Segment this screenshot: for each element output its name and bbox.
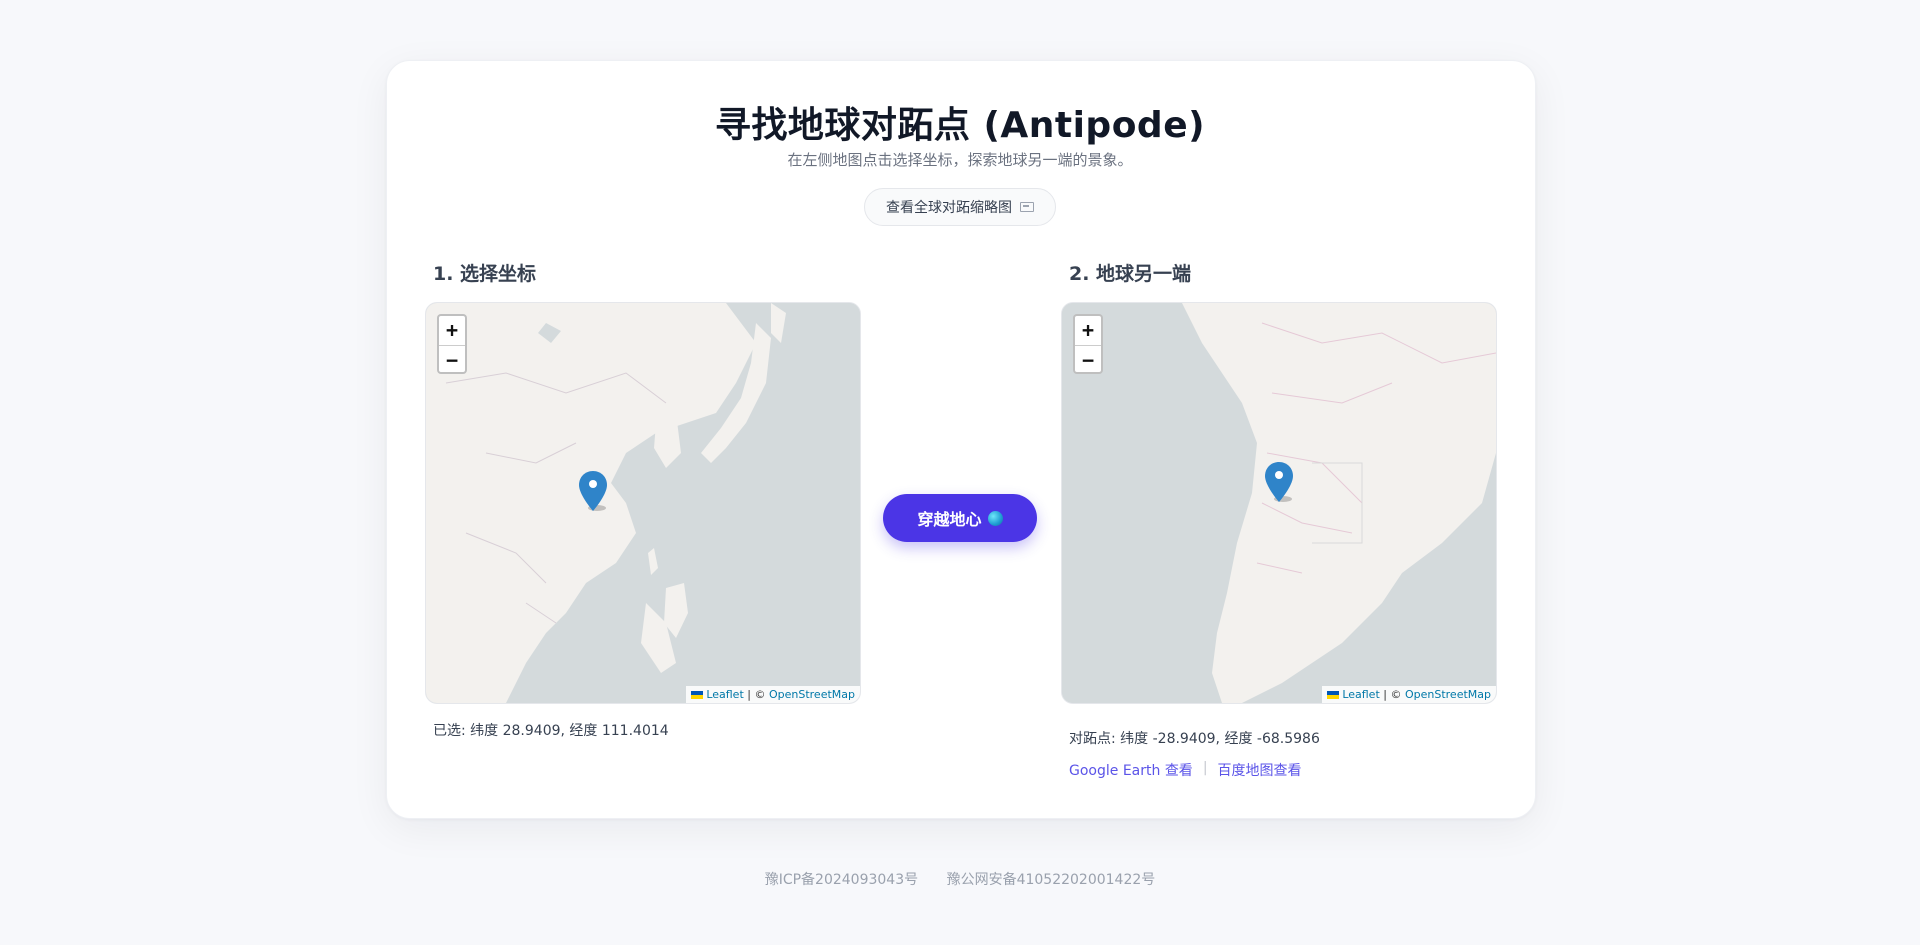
attribution-separator: | © <box>743 688 769 701</box>
flag-icon <box>1327 691 1340 699</box>
attribution-separator: | © <box>1379 688 1405 701</box>
map-marker-icon[interactable] <box>579 471 607 511</box>
baidu-map-link[interactable]: 百度地图查看 <box>1218 760 1302 780</box>
source-zoom-in-button[interactable]: + <box>439 316 465 346</box>
antipode-zoom-in-button[interactable]: + <box>1075 316 1101 346</box>
map-icon <box>1020 202 1034 212</box>
footer: 豫ICP备2024093043号 豫公网安备41052202001422号 <box>0 869 1920 889</box>
antipode-title: 2. 地球另一端 <box>1069 263 1192 285</box>
selected-coordinates: 已选: 纬度 28.9409, 经度 111.4014 <box>433 723 669 739</box>
antipode-zoom-out-button[interactable]: − <box>1075 346 1101 375</box>
select-coordinate-title: 1. 选择坐标 <box>433 263 537 285</box>
map-marker-icon <box>1265 462 1293 502</box>
page-subtitle: 在左侧地图点击选择坐标，探索地球另一端的景象。 <box>787 151 1133 169</box>
icp-link[interactable]: 豫ICP备2024093043号 <box>765 872 918 888</box>
view-global-antipode-button[interactable]: 查看全球对跖缩略图 <box>864 188 1056 226</box>
antipode-map[interactable]: + − Leaflet | © OpenStreetMap <box>1061 302 1497 704</box>
go-button-label: 穿越地心 <box>917 510 982 529</box>
link-separator: | <box>1202 760 1208 776</box>
google-earth-link[interactable]: Google Earth 查看 <box>1069 760 1193 780</box>
page-title: 寻找地球对跖点 (Antipode) <box>714 105 1206 146</box>
map-tiles <box>1062 303 1496 703</box>
source-zoom-control: + − <box>437 314 467 374</box>
flag-icon <box>691 691 704 699</box>
source-map[interactable]: + − Leaflet | © OpenStreetMap <box>425 302 861 704</box>
antipode-coordinates: 对跖点: 纬度 -28.9409, 经度 -68.5986 <box>1069 731 1320 747</box>
go-through-earth-button[interactable]: 穿越地心 <box>883 494 1037 542</box>
osm-link[interactable]: OpenStreetMap <box>1405 688 1491 701</box>
leaflet-link[interactable]: Leaflet <box>706 688 743 701</box>
police-record-link[interactable]: 豫公网安备41052202001422号 <box>947 872 1156 888</box>
leaflet-link[interactable]: Leaflet <box>1342 688 1379 701</box>
osm-link[interactable]: OpenStreetMap <box>769 688 855 701</box>
globe-icon <box>987 510 1003 526</box>
map-tiles <box>426 303 860 703</box>
external-links: Google Earth 查看 | 百度地图查看 <box>1069 760 1302 780</box>
view-button-label: 查看全球对跖缩略图 <box>886 200 1012 216</box>
source-zoom-out-button[interactable]: − <box>439 346 465 375</box>
antipode-map-attribution: Leaflet | © OpenStreetMap <box>1322 686 1496 703</box>
antipode-zoom-control: + − <box>1073 314 1103 374</box>
source-map-attribution: Leaflet | © OpenStreetMap <box>686 686 860 703</box>
